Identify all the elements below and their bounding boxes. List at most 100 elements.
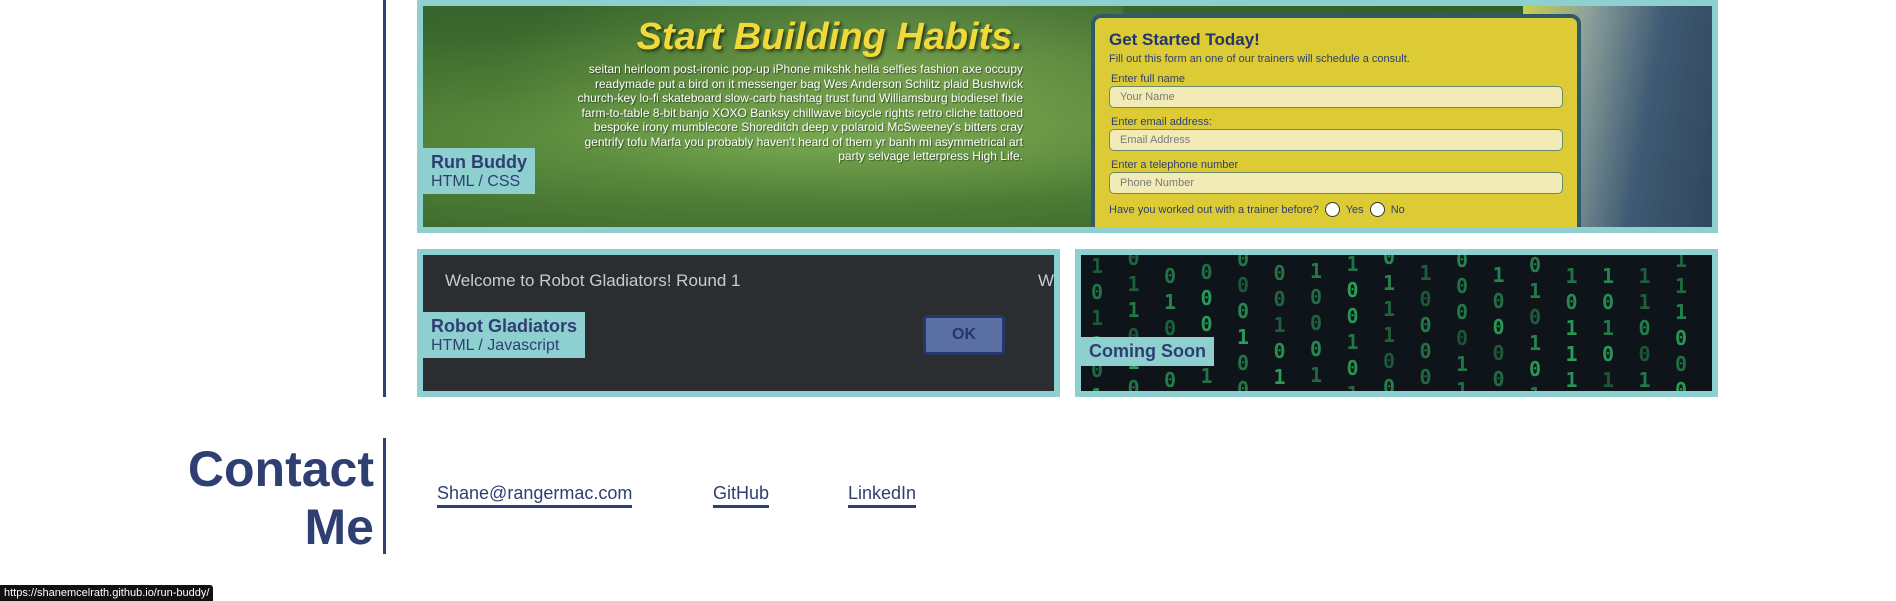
matrix-digit: 0 (1602, 290, 1615, 314)
matrix-digit: 0 (1456, 326, 1469, 350)
matrix-digit: 1 (1383, 323, 1396, 347)
matrix-digit: 0 (1492, 315, 1505, 339)
matrix-digit: 1 (1273, 365, 1286, 389)
matrix-digit: 0 (1456, 274, 1469, 298)
matrix-digit: 0 (1091, 280, 1104, 304)
matrix-digit: 0 (1200, 260, 1213, 284)
matrix-digit: 0 (1456, 300, 1469, 324)
hero-body-text: seitan heirloom post-ironic pop-up iPhon… (577, 62, 1023, 163)
matrix-digit: 0 (1346, 304, 1359, 328)
project-caption: Robot Gladiators HTML / Javascript (423, 312, 586, 359)
matrix-digit: 0 (1273, 339, 1286, 363)
matrix-digit: 0 (1273, 287, 1286, 311)
matrix-digit: 0 (1164, 264, 1177, 288)
matrix-digit: 0 (1237, 249, 1250, 271)
matrix-digit: 1 (1237, 325, 1250, 349)
matrix-digit: 1 (1273, 313, 1286, 337)
matrix-digit: 1 (1565, 368, 1578, 392)
matrix-digit: 1 (1310, 363, 1323, 387)
matrix-digit: 1 (1383, 271, 1396, 295)
email-link[interactable]: Shane@rangermac.com (437, 483, 633, 508)
matrix-digit: 1 (1602, 316, 1615, 340)
status-bar-url: https://shanemcelrath.github.io/run-budd… (0, 585, 214, 601)
matrix-digit: 1 (1456, 352, 1469, 376)
matrix-digit: 1 (1310, 259, 1323, 283)
matrix-digit: 1 (1127, 298, 1140, 322)
matrix-digit: 1 (1529, 383, 1542, 397)
matrix-digit: 0 (1493, 393, 1505, 397)
yes-radio[interactable] (1324, 202, 1340, 217)
hero-title: Start Building Habits. (636, 16, 1023, 58)
matrix-digit: 0 (1237, 273, 1250, 297)
matrix-digit: 1 (1565, 342, 1578, 366)
matrix-digit: 1 (1602, 368, 1615, 392)
matrix-digit: 0 (1638, 342, 1651, 366)
section-divider-line (383, 0, 386, 397)
email-field[interactable]: Email Address (1109, 129, 1563, 151)
project-card-robot-gladiators[interactable]: Welcome to Robot Gladiators! Round 1 W O… (417, 249, 1060, 397)
trainer-question-text: Have you worked out with a trainer befor… (1109, 203, 1319, 216)
matrix-rain-background: 1011010110100101000000110001000010111000… (1081, 255, 1712, 391)
contact-divider-line (383, 438, 386, 554)
matrix-digit: 0 (1127, 376, 1140, 397)
matrix-digit: 0 (1237, 299, 1250, 323)
matrix-digit: 1 (1675, 300, 1688, 324)
project-card-run-buddy[interactable]: Start Building Habits. seitan heirloom p… (417, 0, 1718, 233)
matrix-digit: 0 (1383, 375, 1396, 397)
matrix-digit: 0 (1492, 367, 1505, 391)
matrix-digit: 0 (1164, 394, 1176, 397)
matrix-digit: 0 (1237, 351, 1250, 375)
github-link[interactable]: GitHub (713, 483, 770, 508)
project-caption: Coming Soon (1081, 337, 1214, 366)
matrix-digit: 0 (1566, 394, 1578, 397)
matrix-digit: 0 (1675, 378, 1688, 397)
matrix-digit: 0 (1237, 377, 1250, 397)
matrix-digit: 1 (1200, 364, 1213, 388)
matrix-digit: 0 (1565, 290, 1578, 314)
matrix-digit: 0 (1675, 326, 1688, 350)
matrix-digit: 1 (1091, 254, 1104, 278)
matrix-digit: 0 (1383, 349, 1396, 373)
matrix-digit: 1 (1383, 297, 1396, 321)
matrix-digit: 1 (1201, 390, 1213, 391)
trainer-question: Have you worked out with a trainer befor… (1109, 202, 1563, 217)
matrix-digit: 0 (1419, 365, 1432, 389)
matrix-digit: 1 (1529, 279, 1542, 303)
matrix-digit: 0 (1492, 341, 1505, 365)
matrix-digit: 0 (1273, 261, 1286, 285)
phone-label: Enter a telephone number (1111, 159, 1239, 171)
matrix-digit: 1 (1346, 330, 1359, 354)
dialog-text: Welcome to Robot Gladiators! Round 1 (445, 271, 741, 290)
linkedin-link[interactable]: LinkedIn (848, 483, 917, 508)
contact-heading-line1: Contact (187, 441, 374, 497)
matrix-digit: 0 (1200, 286, 1213, 310)
form-subtitle: Fill out this form an one of our trainer… (1109, 53, 1410, 65)
form-title: Get Started Today! (1109, 30, 1260, 49)
matrix-digit: 0 (1675, 352, 1688, 376)
matrix-digit: 1 (1420, 391, 1432, 397)
matrix-digit: 0 (1200, 312, 1213, 336)
matrix-digit: 0 (1346, 356, 1359, 380)
matrix-digit: 0 (1639, 394, 1651, 397)
matrix-digit: 1 (1675, 274, 1688, 298)
project-title: Robot Gladiators (431, 316, 578, 336)
project-tech: HTML / Javascript (431, 336, 560, 354)
matrix-digit: 0 (1419, 313, 1432, 337)
name-field[interactable]: Your Name (1109, 86, 1563, 108)
matrix-digit: 0 (1346, 278, 1359, 302)
no-label: No (1390, 203, 1405, 216)
project-card-coming-soon[interactable]: 1011010110100101000000110001000010111000… (1075, 249, 1718, 397)
phone-field[interactable]: Phone Number (1109, 172, 1563, 194)
matrix-digit: 0 (1492, 289, 1505, 313)
no-radio[interactable] (1369, 202, 1385, 217)
matrix-digit: 0 (1310, 311, 1323, 335)
project-title: Coming Soon (1089, 341, 1206, 361)
matrix-digit: 1 (1529, 331, 1542, 355)
name-label: Enter full name (1111, 73, 1185, 85)
matrix-digit: 0 (1164, 368, 1177, 392)
matrix-digit: 1 (1310, 389, 1322, 391)
matrix-digit: 1 (1638, 290, 1651, 314)
matrix-digit: 0 (1383, 249, 1396, 269)
ok-button[interactable]: OK (923, 315, 1005, 355)
email-label: Enter email address: (1111, 116, 1212, 128)
